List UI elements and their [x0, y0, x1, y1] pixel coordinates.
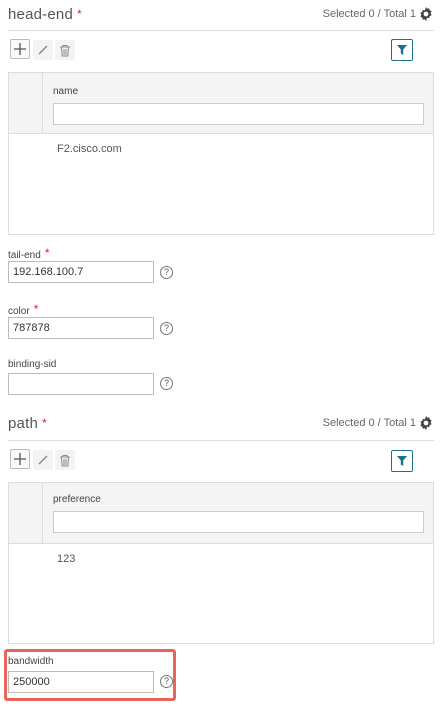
add-button[interactable]: [10, 449, 30, 469]
table-header: name: [9, 73, 433, 134]
binding-sid-input[interactable]: [8, 373, 154, 395]
bandwidth-input[interactable]: [8, 671, 154, 693]
gear-icon[interactable]: [418, 6, 434, 22]
help-icon[interactable]: ?: [160, 675, 173, 688]
select-all-cell[interactable]: [9, 483, 43, 543]
required-mark: *: [42, 416, 47, 430]
pencil-icon: [38, 455, 48, 465]
add-button[interactable]: [10, 39, 30, 59]
head-end-selection-summary: Selected 0 / Total 1: [322, 8, 416, 20]
table-row[interactable]: F2.cisco.com: [57, 143, 122, 155]
column-header-preference[interactable]: preference: [53, 494, 101, 505]
trash-icon: [60, 44, 70, 56]
help-icon[interactable]: ?: [160, 377, 173, 390]
table-header: preference: [9, 483, 433, 544]
delete-button[interactable]: [55, 40, 75, 60]
select-all-cell[interactable]: [9, 73, 43, 133]
divider: [8, 30, 434, 31]
path-selection-summary: Selected 0 / Total 1: [322, 417, 416, 429]
filter-icon: [397, 45, 407, 55]
tail-end-label: tail-end *: [8, 246, 50, 261]
edit-button[interactable]: [33, 450, 53, 470]
trash-icon: [60, 454, 70, 466]
filter-icon: [397, 456, 407, 466]
table-row[interactable]: 123: [57, 553, 75, 565]
help-icon[interactable]: ?: [160, 322, 173, 335]
column-header-name[interactable]: name: [53, 86, 78, 97]
head-end-table: name F2.cisco.com: [8, 72, 434, 235]
pencil-icon: [38, 45, 48, 55]
gear-icon[interactable]: [418, 415, 434, 431]
tail-end-input[interactable]: [8, 261, 154, 283]
preference-filter-input[interactable]: [53, 511, 424, 533]
filter-button[interactable]: [391, 39, 413, 61]
name-filter-input[interactable]: [53, 103, 424, 125]
plus-icon: [14, 43, 26, 55]
path-table: preference 123: [8, 482, 434, 644]
edit-button[interactable]: [33, 40, 53, 60]
path-header: path * Selected 0 / Total 1: [8, 415, 434, 437]
plus-icon: [14, 453, 26, 465]
head-end-title: head-end *: [8, 6, 82, 23]
head-end-header: head-end * Selected 0 / Total 1: [8, 6, 434, 28]
color-input[interactable]: [8, 317, 154, 339]
required-mark: *: [77, 7, 82, 21]
color-label: color *: [8, 302, 39, 317]
binding-sid-label: binding-sid: [8, 359, 57, 370]
filter-button[interactable]: [391, 450, 413, 472]
help-icon[interactable]: ?: [160, 266, 173, 279]
delete-button[interactable]: [55, 450, 75, 470]
path-title: path *: [8, 415, 47, 432]
divider: [8, 440, 434, 441]
bandwidth-label: bandwidth: [8, 656, 54, 667]
